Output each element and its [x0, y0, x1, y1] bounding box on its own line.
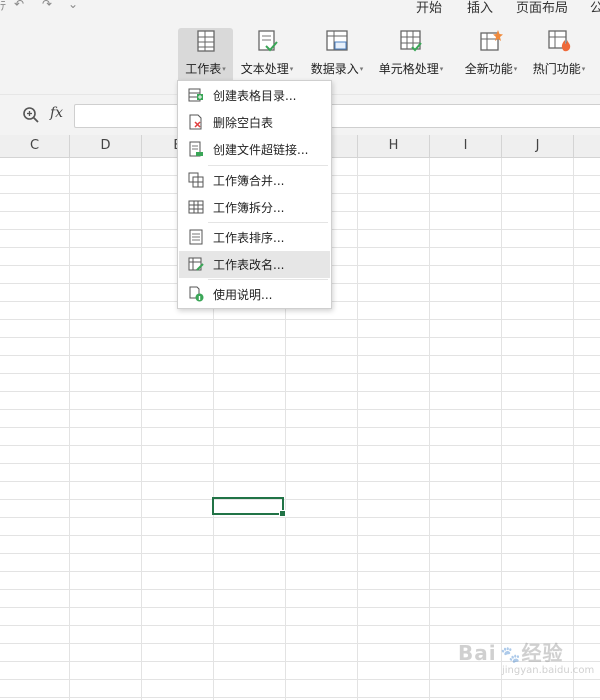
- hot-features-icon: [548, 30, 571, 52]
- caret-down-icon: ▾: [513, 65, 518, 73]
- watermark-brand-suffix: 经验: [521, 641, 564, 665]
- worksheet-dropdown-menu: 创建表格目录... 删除空白表 创建文件超链接... 工作簿合并... 工作簿拆: [177, 80, 332, 309]
- menu-item-label: 工作簿合并...: [213, 174, 285, 188]
- menu-item-label: 工作表排序...: [213, 231, 285, 245]
- menu-item-label: 删除空白表: [213, 116, 274, 130]
- text-process-button-label: 文本处理: [240, 62, 289, 76]
- menu-separator: [208, 222, 328, 223]
- grid-line: [429, 158, 430, 700]
- menu-item-help[interactable]: 使用说明...: [179, 281, 330, 308]
- caret-down-icon: ▾: [581, 65, 586, 73]
- cell-process-icon: [400, 30, 422, 52]
- cell-process-button-label: 单元格处理: [378, 62, 439, 76]
- menu-insert[interactable]: 插入: [467, 0, 493, 16]
- grid-line: [357, 158, 358, 700]
- menu-home[interactable]: 开始: [416, 0, 442, 16]
- grid-line: [141, 158, 142, 700]
- sort-sheets-icon: [189, 229, 203, 245]
- menu-separator: [208, 279, 328, 280]
- menu-item-create-toc[interactable]: 创建表格目录...: [179, 82, 330, 109]
- data-entry-button[interactable]: 数据录入▾: [307, 28, 367, 86]
- grid-line: [501, 158, 502, 700]
- menu-item-label: 使用说明...: [213, 288, 273, 302]
- help-doc-icon: [189, 286, 204, 302]
- column-header-j[interactable]: J: [502, 135, 574, 157]
- redo-icon[interactable]: ↷: [42, 0, 52, 11]
- table-of-contents-icon: [188, 88, 203, 102]
- worksheet-icon: [196, 30, 215, 52]
- menu-page-layout[interactable]: 页面布局: [516, 0, 568, 16]
- menu-item-delete-blank[interactable]: 删除空白表: [179, 109, 330, 136]
- title-strip: ﾃ ↶ ↷ ⌄ 开始 插入 页面布局 公: [0, 0, 600, 16]
- delete-blank-sheet-icon: [189, 114, 202, 130]
- column-header-h[interactable]: H: [358, 135, 430, 157]
- menu-item-label: 创建文件超链接...: [213, 143, 309, 157]
- merge-workbooks-icon: [188, 172, 204, 188]
- cell-process-button[interactable]: 单元格处理▾: [376, 28, 446, 86]
- watermark-brand: Bai: [458, 641, 497, 665]
- new-features-button-label: 全新功能: [464, 62, 513, 76]
- text-process-button[interactable]: 文本处理▾: [238, 28, 296, 86]
- chevron-down-icon[interactable]: ⌄: [68, 0, 78, 11]
- menu-item-label: 创建表格目录...: [213, 89, 297, 103]
- menu-item-label: 工作簿拆分...: [213, 201, 285, 215]
- grid-line: [573, 158, 574, 700]
- paw-logo-icon: 🐾: [500, 645, 522, 664]
- column-header-d[interactable]: D: [70, 135, 142, 157]
- quick-access-save-icon[interactable]: ﾃ: [0, 0, 6, 14]
- menu-formulas[interactable]: 公: [590, 0, 600, 16]
- zoom-icon[interactable]: [22, 106, 40, 124]
- new-features-icon: [480, 30, 503, 51]
- hot-features-button-label: 热门功能: [532, 62, 581, 76]
- column-header-i[interactable]: I: [430, 135, 502, 157]
- caret-down-icon: ▾: [222, 65, 226, 73]
- rename-sheets-icon: [188, 257, 204, 271]
- column-header-c[interactable]: C: [0, 135, 70, 157]
- caret-down-icon: ▾: [359, 65, 364, 73]
- text-process-icon: [258, 30, 278, 52]
- undo-icon[interactable]: ↶: [14, 0, 24, 11]
- caret-down-icon: ▾: [439, 65, 444, 73]
- new-features-button[interactable]: 全新功能▾: [461, 28, 521, 86]
- grid-line: [69, 158, 70, 700]
- menu-item-split-workbook[interactable]: 工作簿拆分...: [179, 194, 330, 221]
- worksheet-button-label: 工作表: [185, 62, 222, 76]
- file-hyperlink-icon: [189, 141, 203, 157]
- menu-separator: [208, 165, 328, 166]
- menu-item-merge-workbooks[interactable]: 工作簿合并...: [179, 167, 330, 194]
- menu-item-create-hyperlink[interactable]: 创建文件超链接...: [179, 136, 330, 163]
- formula-input[interactable]: [74, 104, 600, 128]
- menu-item-rename-sheets[interactable]: 工作表改名...: [179, 251, 330, 278]
- split-workbook-icon: [188, 200, 204, 214]
- watermark-url: jingyan.baidu.com: [502, 665, 595, 676]
- menu-item-label: 工作表改名...: [213, 258, 285, 272]
- caret-down-icon: ▾: [289, 65, 294, 73]
- fill-handle[interactable]: [279, 510, 286, 517]
- fx-label[interactable]: fx: [50, 105, 63, 121]
- data-entry-button-label: 数据录入: [310, 62, 359, 76]
- hot-features-button[interactable]: 热门功能▾: [529, 28, 589, 86]
- menu-item-sort-sheets[interactable]: 工作表排序...: [179, 224, 330, 251]
- data-entry-icon: [326, 30, 348, 51]
- worksheet-button[interactable]: 工作表▾: [178, 28, 233, 86]
- selected-cell[interactable]: [212, 497, 286, 517]
- baidu-jingyan-watermark: Bai 🐾经验 jingyan.baidu.com: [458, 637, 594, 676]
